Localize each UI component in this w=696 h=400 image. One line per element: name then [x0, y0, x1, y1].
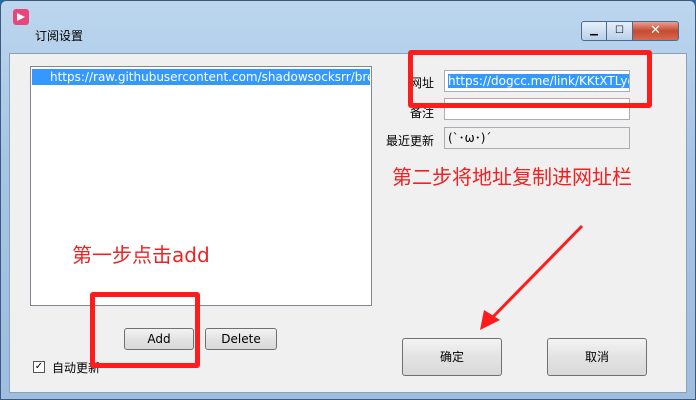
title-bar[interactable]: 订阅设置 ▁ ☐ ✕ [1, 1, 695, 43]
close-button[interactable]: ✕ [633, 21, 679, 41]
arrow-shaft [486, 224, 584, 324]
window-title: 订阅设置 [35, 29, 84, 43]
dialog-client-area: https://raw.githubusercontent.com/shadow… [9, 50, 687, 393]
paper-plane-icon [13, 9, 29, 25]
minimize-button[interactable]: ▁ [581, 21, 607, 41]
arrow-annotation [480, 224, 584, 330]
maximize-button[interactable]: ☐ [607, 21, 633, 41]
subscription-settings-window: 订阅设置 ▁ ☐ ✕ https://raw.githubusercontent… [0, 0, 696, 400]
window-controls: ▁ ☐ ✕ [581, 21, 679, 41]
